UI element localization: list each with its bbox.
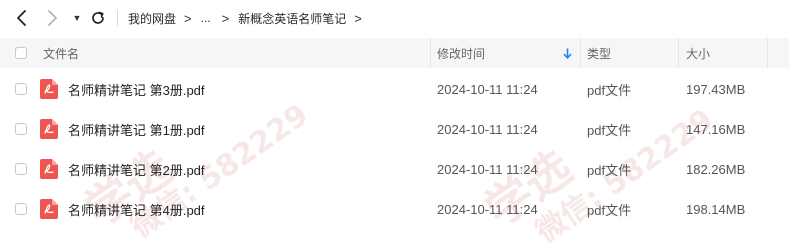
pdf-file-icon — [40, 159, 58, 179]
column-header-size[interactable]: 大小 — [686, 38, 710, 68]
column-divider[interactable] — [767, 38, 768, 68]
file-row[interactable]: 名师精讲笔记 第1册.pdf 2024-10-11 11:24 pdf文件 14… — [0, 110, 789, 148]
file-type: pdf文件 — [587, 162, 632, 178]
file-size: 182.26MB — [686, 161, 746, 177]
pdf-file-icon — [40, 119, 58, 139]
sort-down-arrow-icon[interactable] — [563, 38, 572, 68]
breadcrumb-separator: > — [184, 10, 192, 26]
breadcrumb-separator: > — [221, 10, 230, 26]
history-dropdown-icon[interactable]: ▼ — [70, 10, 84, 26]
file-row[interactable]: 名师精讲笔记 第2册.pdf 2024-10-11 11:24 pdf文件 18… — [0, 150, 789, 188]
file-row[interactable]: 名师精讲笔记 第3册.pdf 2024-10-11 11:24 pdf文件 19… — [0, 70, 789, 108]
refresh-icon[interactable] — [88, 8, 108, 28]
nav-divider — [117, 10, 118, 26]
breadcrumb-item-root[interactable]: 我的网盘 — [128, 10, 176, 27]
column-header-name[interactable]: 文件名 — [43, 38, 79, 68]
column-header-type[interactable]: 类型 — [587, 38, 611, 68]
column-divider[interactable] — [430, 38, 431, 68]
column-divider[interactable] — [678, 38, 679, 68]
row-checkbox[interactable] — [15, 190, 27, 228]
file-size: 197.43MB — [686, 81, 746, 97]
forward-arrow-icon[interactable] — [42, 8, 62, 28]
file-modified: 2024-10-11 11:24 — [437, 201, 538, 217]
file-list-header: 文件名 修改时间 类型 大小 — [0, 38, 789, 68]
breadcrumb: 我的网盘 > ... > 新概念英语名师笔记 > — [128, 0, 371, 36]
pdf-file-icon — [40, 79, 58, 99]
column-header-modified[interactable]: 修改时间 — [437, 38, 485, 68]
file-size: 198.14MB — [686, 201, 746, 217]
file-name[interactable]: 名师精讲笔记 第2册.pdf — [68, 150, 205, 188]
file-modified: 2024-10-11 11:24 — [437, 121, 538, 137]
file-type: pdf文件 — [587, 82, 632, 98]
breadcrumb-separator: > — [354, 10, 362, 26]
select-all-checkbox[interactable] — [15, 38, 27, 68]
breadcrumb-item-ellipsis[interactable]: ... — [201, 11, 211, 25]
column-divider[interactable] — [580, 38, 581, 68]
breadcrumb-item-current[interactable]: 新概念英语名师笔记 — [238, 10, 346, 27]
row-checkbox[interactable] — [15, 110, 27, 148]
row-checkbox[interactable] — [15, 70, 27, 108]
navigation-bar: ▼ 我的网盘 > ... > 新概念英语名师笔记 > — [0, 0, 789, 36]
file-type: pdf文件 — [587, 202, 632, 218]
pdf-file-icon — [40, 199, 58, 219]
file-type: pdf文件 — [587, 122, 632, 138]
file-name[interactable]: 名师精讲笔记 第1册.pdf — [68, 110, 205, 148]
file-name[interactable]: 名师精讲笔记 第3册.pdf — [68, 70, 205, 108]
back-arrow-icon[interactable] — [12, 8, 32, 28]
row-checkbox[interactable] — [15, 150, 27, 188]
file-row[interactable]: 名师精讲笔记 第4册.pdf 2024-10-11 11:24 pdf文件 19… — [0, 190, 789, 228]
file-name[interactable]: 名师精讲笔记 第4册.pdf — [68, 190, 205, 228]
file-size: 147.16MB — [686, 121, 746, 137]
file-modified: 2024-10-11 11:24 — [437, 81, 538, 97]
file-modified: 2024-10-11 11:24 — [437, 161, 538, 177]
